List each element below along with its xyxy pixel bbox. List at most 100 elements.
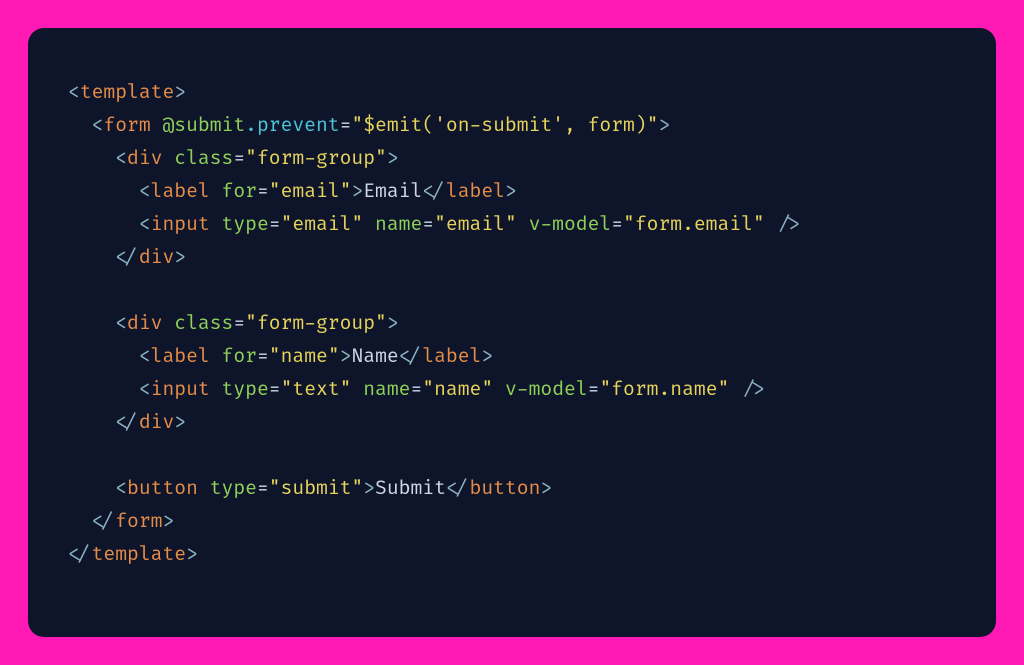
code-token [68,179,139,203]
code-token: button [470,476,541,500]
code-token: = [588,377,600,401]
code-token: </ [446,476,470,500]
code-token: < [68,80,80,104]
code-token: class [174,146,233,170]
code-token: = [611,212,623,236]
code-token: > [658,113,670,137]
code-token: = [233,146,245,170]
code-token: > [387,146,399,170]
code-token: = [340,113,352,137]
code-token [765,212,777,236]
code-line: <div class="form-group"> [68,311,399,335]
code-token: > [363,476,375,500]
code-token [210,377,222,401]
code-token: = [422,212,434,236]
code-line: </div> [68,410,186,434]
code-token: = [257,344,269,368]
code-token [68,113,92,137]
code-token: name [375,212,422,236]
code-token [162,146,174,170]
code-token [68,410,115,434]
code-token [68,146,115,170]
code-token: /> [741,377,765,401]
code-token: template [92,542,186,566]
code-token: < [115,146,127,170]
code-token [68,509,92,533]
code-token [210,344,222,368]
code-token: > [340,344,352,368]
code-token: < [115,476,127,500]
code-token: "name" [269,344,340,368]
code-token: for [222,179,257,203]
code-token: "form-group" [245,146,387,170]
code-token [517,212,529,236]
code-token: > [174,245,186,269]
code-token: input [151,377,210,401]
code-token: > [162,509,174,533]
code-token: @submit [162,113,245,137]
code-token: = [269,377,281,401]
code-line: </div> [68,245,186,269]
code-token: < [115,311,127,335]
code-token [68,212,139,236]
code-token [210,179,222,203]
code-panel: <template> <form @submit.prevent="$emit(… [28,28,996,637]
code-token: type [210,476,257,500]
code-token: button [127,476,198,500]
code-token [729,377,741,401]
code-token: </ [422,179,446,203]
code-token: = [257,476,269,500]
code-token: = [410,377,422,401]
code-token: </ [92,509,116,533]
code-token: Submit [375,476,446,500]
code-line: <template> [68,80,186,104]
code-token: form [115,509,162,533]
code-token: v-model [505,377,588,401]
code-line: <input type="email" name="email" v-model… [68,212,800,236]
code-token: label [151,344,210,368]
code-line [68,443,80,467]
code-token: > [387,311,399,335]
code-token: > [351,179,363,203]
code-token: > [540,476,552,500]
code-token: div [139,410,174,434]
code-token [162,311,174,335]
code-token: form [103,113,150,137]
code-token: "submit" [269,476,363,500]
code-token: name [363,377,410,401]
code-line: <button type="submit">Submit</button> [68,476,552,500]
code-token [363,212,375,236]
code-token [351,377,363,401]
code-token: /> [777,212,801,236]
code-token [68,344,139,368]
code-token [493,377,505,401]
code-token: .prevent [245,113,339,137]
code-token: < [139,377,151,401]
code-token: type [222,377,269,401]
code-token: > [505,179,517,203]
code-token: input [151,212,210,236]
code-token [210,212,222,236]
code-token: for [222,344,257,368]
code-token [68,245,115,269]
code-token: > [186,542,198,566]
code-token: </ [115,410,139,434]
code-token [68,443,80,467]
code-token: > [174,410,186,434]
code-token: "name" [422,377,493,401]
code-token [68,377,139,401]
code-line: <label for="name">Name</label> [68,344,493,368]
code-token: = [257,179,269,203]
code-token: </ [399,344,423,368]
code-token: > [174,80,186,104]
code-token: "form.email" [623,212,765,236]
code-token: v-model [529,212,612,236]
code-line: </form> [68,509,174,533]
code-token: </ [68,542,92,566]
code-token: < [139,212,151,236]
code-line: <input type="text" name="name" v-model="… [68,377,765,401]
code-token: template [80,80,174,104]
code-token: "$emit('on-submit', form)" [351,113,658,137]
code-token [68,476,115,500]
code-token [198,476,210,500]
